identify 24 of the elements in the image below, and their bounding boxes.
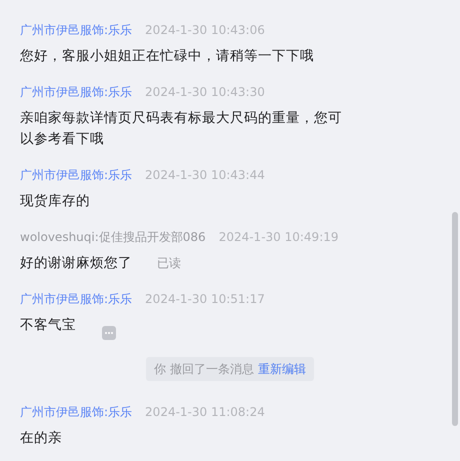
- message-time: 2024-1-30 10:49:19: [218, 229, 338, 245]
- sender-name: 广州市伊邑服饰:乐乐: [20, 291, 132, 307]
- message-text: 您好，客服小姐姐正在忙碌中，请稍等一下下哦: [20, 47, 314, 66]
- message-time: 2024-1-30 10:43:30: [145, 84, 265, 100]
- sender-name: 广州市伊邑服饰:乐乐: [20, 167, 132, 183]
- recall-text: 你 撤回了一条消息: [154, 362, 254, 376]
- sender-name: 广州市伊邑服饰:乐乐: [20, 22, 132, 38]
- message-time: 2024-1-30 10:43:06: [145, 22, 265, 38]
- reedit-link[interactable]: 重新编辑: [258, 362, 306, 376]
- more-button[interactable]: [102, 326, 116, 340]
- sender-name: woloveshuqi:促佳搜品开发部086: [20, 229, 206, 245]
- message-text: 不客气宝: [20, 316, 76, 335]
- more-icon: [104, 331, 114, 335]
- scrollbar[interactable]: [452, 212, 458, 426]
- sender-name: 广州市伊邑服饰:乐乐: [20, 404, 132, 420]
- message-text: 好的谢谢麻烦您了: [20, 254, 132, 273]
- sender-name: 广州市伊邑服饰:乐乐: [20, 84, 132, 100]
- read-status: 已读: [157, 255, 181, 272]
- message-time: 2024-1-30 11:08:24: [145, 404, 265, 420]
- message-text: 亲咱家每款详情页尺码表有标最大尺码的重量，您可以参考看下哦: [20, 109, 343, 149]
- message-text: 在的亲: [20, 429, 62, 448]
- message-time: 2024-1-30 10:43:44: [145, 167, 265, 183]
- message-time: 2024-1-30 10:51:17: [145, 291, 265, 307]
- message-text: 现货库存的: [20, 192, 90, 211]
